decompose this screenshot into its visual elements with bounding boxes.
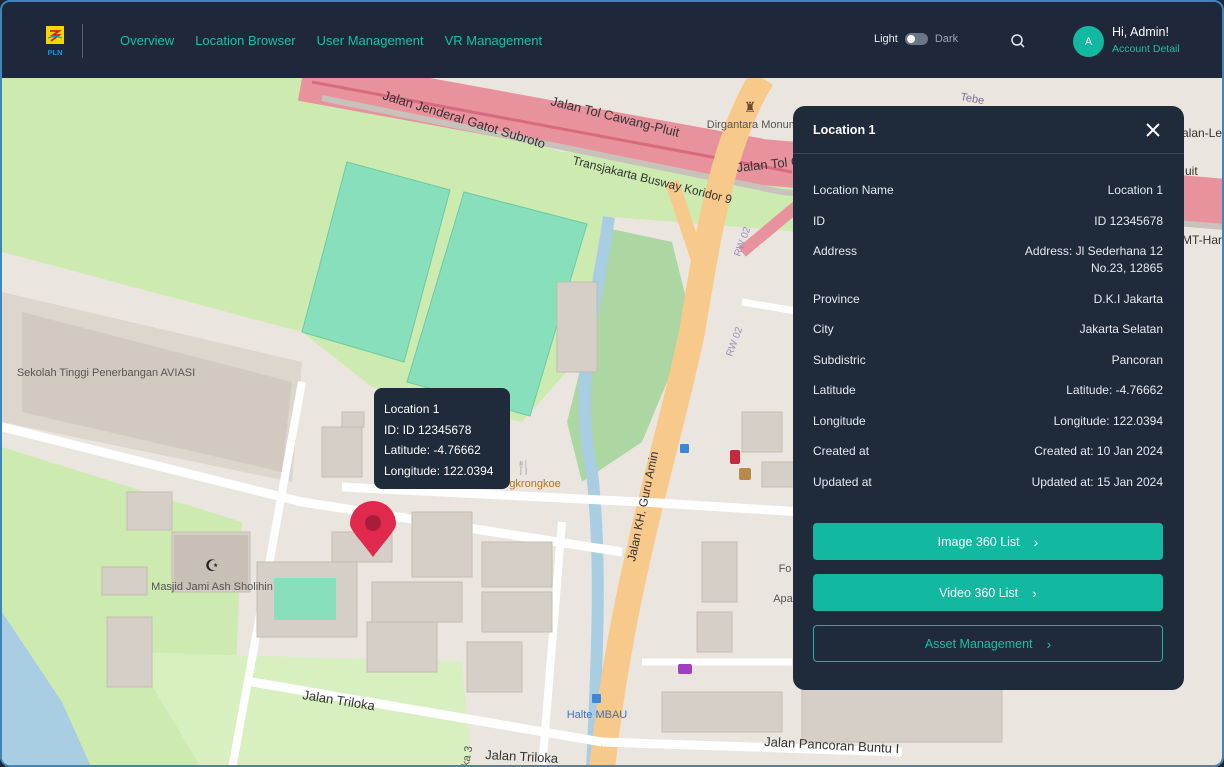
car-icon bbox=[678, 664, 692, 674]
theme-dark-label: Dark bbox=[934, 33, 959, 45]
detail-label: Province bbox=[813, 291, 860, 306]
app-window: Jalan Jenderal Gatot Subroto Jalan Tol C… bbox=[0, 0, 1224, 767]
road-label: RW 02 bbox=[724, 325, 745, 358]
detail-row-id: ID ID 12345678 bbox=[813, 213, 1163, 230]
place-label: gkrongkoe bbox=[509, 478, 560, 490]
detail-value: Longitude: 122.0394 bbox=[1053, 413, 1163, 428]
detail-value: Jakarta Selatan bbox=[1079, 322, 1163, 336]
hospital-icon bbox=[730, 450, 740, 464]
search-icon[interactable] bbox=[1010, 33, 1026, 49]
button-label: Video 360 List bbox=[939, 585, 1019, 600]
nav-overview[interactable]: Overview bbox=[120, 33, 174, 48]
detail-row-location-name: Location Name Location 1 bbox=[813, 182, 1163, 199]
account-detail-link[interactable]: Account Detail bbox=[1112, 43, 1180, 55]
main-nav: Overview Location Browser User Managemen… bbox=[120, 33, 542, 48]
detail-label: ID bbox=[813, 213, 825, 228]
road-label: alan-Le bbox=[1182, 126, 1222, 140]
detail-label: Latitude bbox=[813, 383, 856, 397]
tooltip-latitude: Latitude: -4.76662 bbox=[384, 443, 481, 457]
user-greeting: Hi, Admin! bbox=[1112, 25, 1169, 39]
detail-value: D.K.I Jakarta bbox=[1093, 291, 1163, 306]
detail-row-city: City Jakarta Selatan bbox=[813, 321, 1163, 338]
detail-row-longitude: Longitude Longitude: 122.0394 bbox=[813, 413, 1163, 430]
detail-row-latitude: Latitude Latitude: -4.76662 bbox=[813, 382, 1163, 399]
chevron-right-icon: › bbox=[1032, 584, 1037, 601]
place-label: Halte MBAU bbox=[567, 709, 628, 721]
monument-icon: ♜ bbox=[744, 99, 757, 115]
detail-value: Created at: 10 Jan 2024 bbox=[1034, 444, 1163, 458]
detail-label: Address bbox=[813, 244, 858, 258]
close-icon[interactable] bbox=[1144, 121, 1162, 139]
detail-value: Pancoran bbox=[1111, 352, 1163, 367]
nav-location-browser[interactable]: Location Browser bbox=[195, 33, 295, 48]
asset-management-button[interactable]: Asset Management › bbox=[813, 625, 1163, 662]
theme-toggle[interactable] bbox=[904, 33, 928, 45]
detail-row-address: Address Address: Jl Sederhana 12 No.23, 1… bbox=[813, 243, 1163, 277]
bus-stop-icon bbox=[592, 694, 601, 703]
place-label: Fo bbox=[779, 563, 792, 575]
detail-label: Subdistric bbox=[813, 352, 866, 367]
location-detail-panel: Location 1 Location Name Location 1 ID ID … bbox=[793, 106, 1184, 690]
place-label: Apa bbox=[773, 593, 793, 605]
detail-label: Created at bbox=[813, 444, 870, 458]
video-360-list-button[interactable]: Video 360 List › bbox=[813, 574, 1163, 611]
chevron-right-icon: › bbox=[1033, 533, 1039, 550]
panel-title: Location 1 bbox=[813, 123, 876, 137]
logo-mark: PLN bbox=[46, 26, 64, 57]
theme-switch: Light Dark bbox=[874, 33, 958, 45]
theme-light-label: Light bbox=[874, 33, 898, 45]
restaurant-icon: 🍴 bbox=[515, 459, 532, 476]
detail-value: Address: Jl Sederhana 12 No.23, 12865 bbox=[1024, 244, 1163, 275]
place-label: Sekolah Tinggi Penerbangan AVIASI bbox=[17, 367, 195, 379]
detail-row-subdistrict: Subdistric Pancoran bbox=[813, 352, 1163, 369]
road-label: Jalan Triloka bbox=[485, 747, 559, 766]
button-label: Asset Management bbox=[924, 636, 1033, 651]
tooltip-id: ID: ID 12345678 bbox=[384, 422, 472, 437]
detail-value: Latitude: -4.76662 bbox=[1066, 383, 1163, 397]
tooltip-longitude: Longitude: 122.0394 bbox=[384, 463, 494, 478]
nav-vr-management[interactable]: VR Management bbox=[445, 33, 543, 48]
detail-row-updated-at: Updated at Updated at: 15 Jan 2024 bbox=[813, 474, 1163, 491]
logo-divider bbox=[82, 24, 83, 58]
courtyard-field bbox=[274, 578, 336, 620]
detail-label: Location Name bbox=[813, 183, 894, 197]
detail-label: Longitude bbox=[813, 413, 866, 428]
road-label: uit bbox=[1185, 164, 1198, 178]
detail-value: ID 12345678 bbox=[1094, 213, 1163, 228]
minor-road bbox=[341, 482, 803, 517]
logo-text: PLN bbox=[48, 48, 63, 57]
detail-row-created-at: Created at Created at: 10 Jan 2024 bbox=[813, 443, 1163, 460]
detail-value: Updated at: 15 Jan 2024 bbox=[1031, 474, 1163, 489]
tooltip-location-name: Location 1 bbox=[384, 402, 440, 416]
chevron-right-icon: › bbox=[1046, 635, 1052, 652]
nav-user-management[interactable]: User Management bbox=[317, 33, 424, 48]
place-label: Masjid Jami Ash Sholihin bbox=[151, 581, 273, 593]
button-label: Image 360 List bbox=[937, 534, 1020, 549]
bus-stop-icon bbox=[680, 444, 689, 453]
detail-label: Updated at bbox=[813, 474, 872, 489]
road-label: Tebe bbox=[959, 91, 985, 107]
shop-icon bbox=[739, 468, 751, 480]
detail-row-province: Province D.K.I Jakarta bbox=[813, 291, 1163, 308]
road-label: MT-Har bbox=[1182, 233, 1222, 247]
avatar[interactable]: A bbox=[1073, 26, 1104, 57]
marker-tooltip: Location 1 ID: ID 12345678 Latitude: -4.… bbox=[374, 388, 510, 489]
detail-value: Location 1 bbox=[1107, 183, 1163, 197]
detail-label: City bbox=[813, 322, 834, 336]
pln-logo[interactable]: PLN bbox=[44, 25, 66, 57]
image-360-list-button[interactable]: Image 360 List › bbox=[813, 523, 1163, 560]
mosque-icon: ☪ bbox=[205, 558, 219, 575]
top-navbar: PLN Overview Location Browser User Manag… bbox=[2, 2, 1222, 78]
panel-header: Location 1 bbox=[793, 106, 1184, 154]
detail-rows: Location Name Location 1 ID ID 12345678 Ad… bbox=[813, 182, 1163, 504]
